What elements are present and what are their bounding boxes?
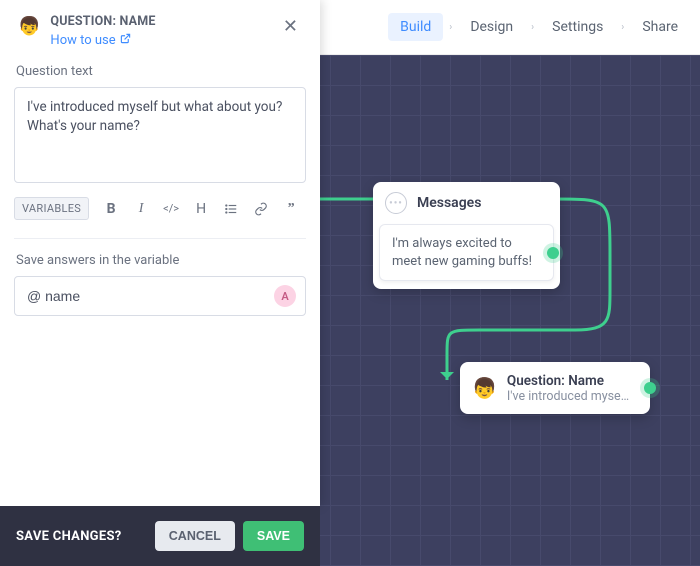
tab-design[interactable]: Design [458, 13, 525, 41]
chevron-right-icon: › [621, 22, 624, 33]
node-messages-title: Messages [417, 195, 481, 211]
panel-title: QUESTION: NAME [50, 14, 278, 29]
node-question-text: Question: Name I've introduced myse… [507, 373, 629, 404]
question-text-label: Question text [16, 64, 304, 79]
save-button[interactable]: SAVE [243, 521, 304, 551]
panel-header: 👦 QUESTION: NAME How to use ✕ [0, 0, 320, 58]
cancel-button[interactable]: CANCEL [155, 521, 235, 551]
variable-input[interactable] [14, 276, 306, 316]
tab-share[interactable]: Share [630, 13, 690, 41]
code-icon[interactable]: </> [163, 202, 179, 215]
divider [14, 238, 306, 239]
chevron-right-icon: › [531, 22, 534, 33]
node-messages-text: I'm always excited to meet new gaming bu… [392, 236, 532, 269]
how-to-use-label: How to use [50, 33, 115, 48]
person-emoji-icon: 👦 [18, 16, 40, 37]
external-link-icon [120, 33, 131, 48]
how-to-use-link[interactable]: How to use [50, 33, 130, 48]
link-icon[interactable] [253, 202, 269, 216]
variables-button[interactable]: VARIABLES [14, 197, 89, 220]
output-port[interactable] [644, 382, 656, 394]
chevron-right-icon: › [449, 22, 452, 33]
save-variable-label: Save answers in the variable [16, 253, 304, 268]
variable-type-badge: A [274, 285, 296, 307]
save-changes-label: SAVE CHANGES? [16, 529, 122, 544]
question-text-input[interactable] [14, 87, 306, 183]
quote-icon[interactable]: ” [283, 201, 299, 217]
node-messages[interactable]: ••• Messages I'm always excited to meet … [373, 182, 560, 289]
node-question-subtitle: I've introduced myse… [507, 389, 629, 404]
node-messages-header: ••• Messages [373, 182, 560, 224]
editor-toolbar: VARIABLES B I </> H ” [14, 197, 306, 220]
save-bar: SAVE CHANGES? CANCEL SAVE [0, 506, 320, 566]
edit-panel: 👦 QUESTION: NAME How to use ✕ Question t… [0, 0, 320, 506]
node-question[interactable]: 👦 Question: Name I've introduced myse… [460, 362, 650, 414]
heading-icon[interactable]: H [193, 201, 209, 217]
node-messages-body[interactable]: I'm always excited to meet new gaming bu… [379, 224, 554, 281]
person-emoji-icon: 👦 [472, 376, 497, 400]
variable-field: A [14, 276, 306, 316]
bold-icon[interactable]: B [103, 201, 119, 217]
tab-settings[interactable]: Settings [540, 13, 615, 41]
italic-icon[interactable]: I [133, 201, 149, 217]
close-button[interactable]: ✕ [279, 14, 302, 39]
list-icon[interactable] [223, 202, 239, 216]
app-root: Build › Design › Settings › Share ••• Me… [0, 0, 700, 566]
chat-bubble-icon: ••• [385, 192, 407, 214]
tab-build[interactable]: Build [388, 13, 443, 41]
output-port[interactable] [547, 247, 559, 259]
node-question-title: Question: Name [507, 373, 629, 389]
nav-tabs: Build › Design › Settings › Share [388, 13, 690, 41]
